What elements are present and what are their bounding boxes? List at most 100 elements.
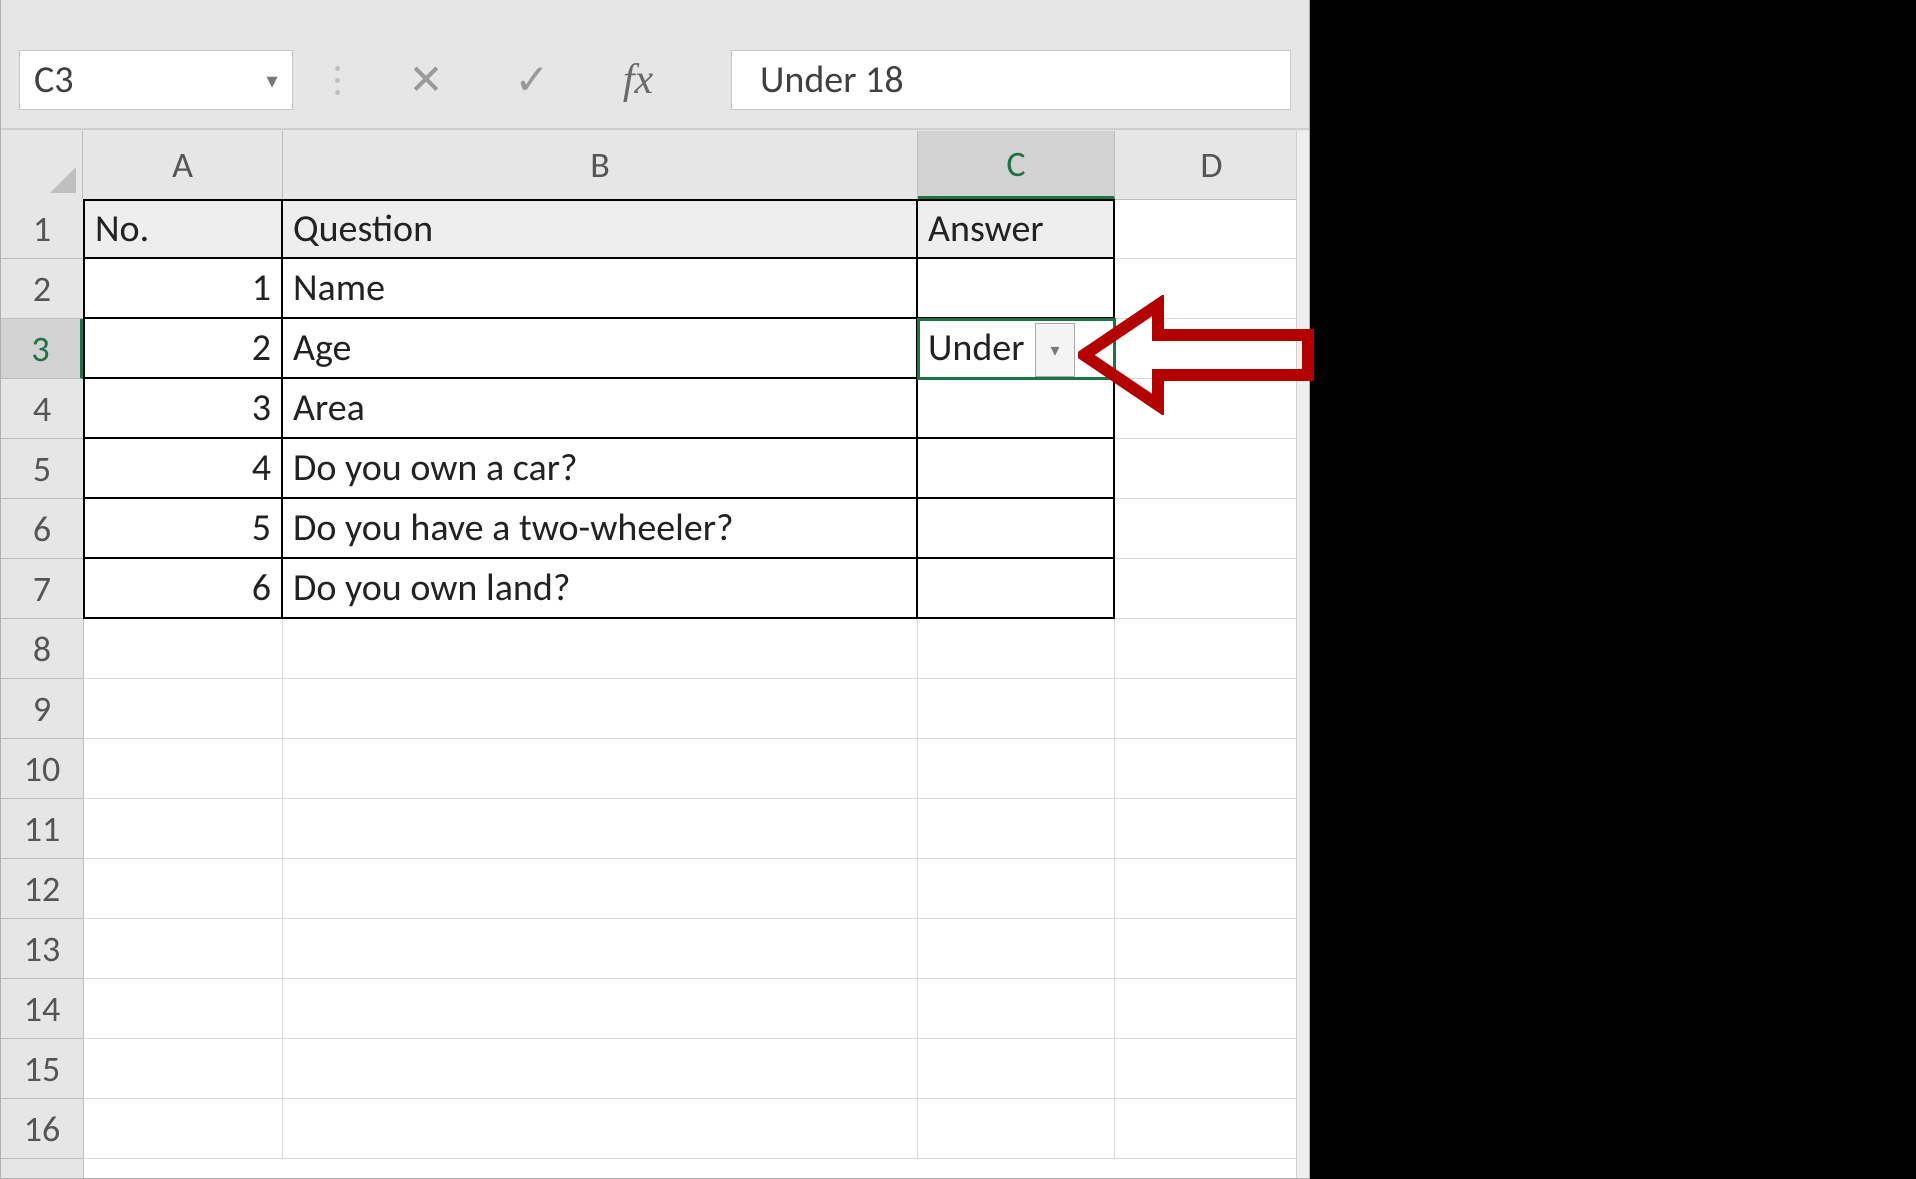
chevron-down-icon[interactable]: ▾ [252,51,292,109]
cell-A5[interactable]: 4 [83,439,283,499]
formula-input[interactable]: Under 18 [731,50,1291,110]
cell-D11[interactable] [1115,799,1309,859]
cell-A16[interactable] [83,1099,283,1159]
row-header-9[interactable]: 9 [1,679,83,739]
cell-D7[interactable] [1115,559,1309,619]
cell-B4[interactable]: Area [283,379,918,439]
cell-D16[interactable] [1115,1099,1309,1159]
data-validation-dropdown-button[interactable]: ▾ [1035,323,1075,377]
row-header-5[interactable]: 5 [1,439,83,499]
cell-D8[interactable] [1115,619,1309,679]
cell-C2[interactable] [918,259,1115,319]
insert-function-button[interactable]: fx [615,57,661,103]
fill-handle[interactable] [1108,372,1115,379]
cell-C11[interactable] [918,799,1115,859]
cell-D6[interactable] [1115,499,1309,559]
row-header-1[interactable]: 1 [1,199,83,259]
cell-B6[interactable]: Do you have a two-wheeler? [283,499,918,559]
row-header-2[interactable]: 2 [1,259,83,319]
cell-B11[interactable] [283,799,918,859]
cell-C12[interactable] [918,859,1115,919]
cell-C15[interactable] [918,1039,1115,1099]
cell-A7[interactable]: 6 [83,559,283,619]
column-header-B[interactable]: B [283,131,918,199]
cell-D15[interactable] [1115,1039,1309,1099]
cell-A10[interactable] [83,739,283,799]
cell-A9[interactable] [83,679,283,739]
cell-D13[interactable] [1115,919,1309,979]
cell-C9[interactable] [918,679,1115,739]
cell-B13[interactable] [283,919,918,979]
cell-B5[interactable]: Do you own a car? [283,439,918,499]
row-header-3[interactable]: 3 [1,319,83,379]
cell-C10[interactable] [918,739,1115,799]
cancel-entry-button[interactable]: ✕ [403,57,449,103]
cell-B15[interactable] [283,1039,918,1099]
cell-A13[interactable] [83,919,283,979]
cell-A15[interactable] [83,1039,283,1099]
row-header-15[interactable]: 15 [1,1039,83,1099]
cell-B12[interactable] [283,859,918,919]
row-header-13[interactable]: 13 [1,919,83,979]
cell-D2[interactable] [1115,259,1309,319]
row-header-10[interactable]: 10 [1,739,83,799]
cell-D9[interactable] [1115,679,1309,739]
chevron-down-icon: ▾ [1050,339,1059,361]
cell-B14[interactable] [283,979,918,1039]
row-header-7[interactable]: 7 [1,559,83,619]
cell-D4[interactable] [1115,379,1309,439]
row-header-4[interactable]: 4 [1,379,83,439]
cell-D5[interactable] [1115,439,1309,499]
cell-A11[interactable] [83,799,283,859]
cell-B9[interactable] [283,679,918,739]
cell-A2[interactable]: 1 [83,259,283,319]
cell-C3[interactable]: Under 18 [918,319,1115,379]
row-headers: 1 2 3 4 5 6 7 8 9 10 11 12 13 14 15 16 [1,199,84,1178]
cell-C14[interactable] [918,979,1115,1039]
vertical-scrollbar[interactable] [1296,131,1309,1178]
cell-C16[interactable] [918,1099,1115,1159]
cell-B2[interactable]: Name [283,259,918,319]
cell-B3[interactable]: Age [283,319,918,379]
column-header-C[interactable]: C [918,131,1115,199]
excel-window: C3 ▾ ✕ ✓ fx Under 18 A B C D 1 2 3 [0,0,1310,1179]
column-header-D[interactable]: D [1115,131,1309,199]
cell-B16[interactable] [283,1099,918,1159]
cell-A6[interactable]: 5 [83,499,283,559]
enter-entry-button[interactable]: ✓ [509,57,555,103]
cell-A3[interactable]: 2 [83,319,283,379]
column-header-A[interactable]: A [83,131,283,199]
cell-A8[interactable] [83,619,283,679]
cell-A12[interactable] [83,859,283,919]
row-header-8[interactable]: 8 [1,619,83,679]
cell-C5[interactable] [918,439,1115,499]
row-header-11[interactable]: 11 [1,799,83,859]
cell-C4[interactable] [918,379,1115,439]
select-all-corner[interactable] [1,131,83,199]
cell-B10[interactable] [283,739,918,799]
cell-B1[interactable]: Question [283,199,918,259]
worksheet-grid[interactable]: A B C D 1 2 3 4 5 6 7 8 9 10 11 12 13 14… [1,131,1309,1178]
cell-C7[interactable] [918,559,1115,619]
cell-A1[interactable]: No. [83,199,283,259]
row-header-12[interactable]: 12 [1,859,83,919]
cell-A14[interactable] [83,979,283,1039]
cell-C13[interactable] [918,919,1115,979]
cell-D10[interactable] [1115,739,1309,799]
cell-D1[interactable] [1115,199,1309,259]
row-header-14[interactable]: 14 [1,979,83,1039]
row-header-6[interactable]: 6 [1,499,83,559]
cell-B8[interactable] [283,619,918,679]
cell-D14[interactable] [1115,979,1309,1039]
cell-C6[interactable] [918,499,1115,559]
column-headers: A B C D [1,131,1309,200]
formula-bar-grip[interactable] [323,36,351,124]
cell-A4[interactable]: 3 [83,379,283,439]
cell-C8[interactable] [918,619,1115,679]
cell-B7[interactable]: Do you own land? [283,559,918,619]
cell-C1[interactable]: Answer [918,199,1115,259]
row-header-16[interactable]: 16 [1,1099,83,1159]
cell-D12[interactable] [1115,859,1309,919]
cell-D3[interactable] [1115,319,1309,379]
name-box[interactable]: C3 ▾ [19,50,293,110]
